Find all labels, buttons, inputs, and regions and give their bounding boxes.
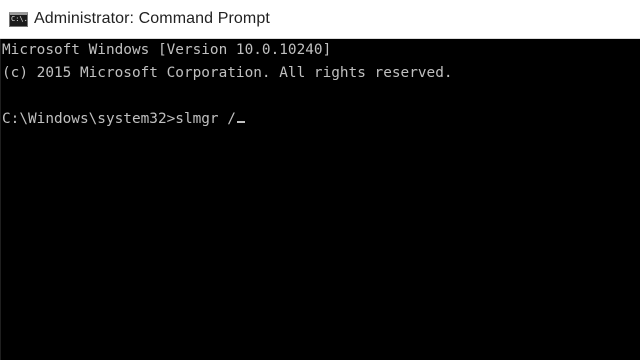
console-line: (c) 2015 Microsoft Corporation. All righ… <box>2 65 453 81</box>
command-prompt-window: C:\. Administrator: Command Prompt Micro… <box>0 0 640 360</box>
cmd-icon: C:\. <box>9 11 28 27</box>
command-input[interactable]: C:\Windows\system32>slmgr / <box>2 111 236 127</box>
window-title: Administrator: Command Prompt <box>34 10 270 27</box>
console-output[interactable]: Microsoft Windows [Version 10.0.10240] (… <box>0 39 640 360</box>
command-line[interactable]: C:\Windows\system32>slmgr / <box>2 108 640 131</box>
window-border <box>0 39 1 360</box>
title-bar[interactable]: C:\. Administrator: Command Prompt <box>0 0 640 39</box>
cmd-icon-text: C:\. <box>11 14 28 23</box>
text-cursor <box>236 121 245 123</box>
console-line: Microsoft Windows [Version 10.0.10240] <box>2 42 332 58</box>
